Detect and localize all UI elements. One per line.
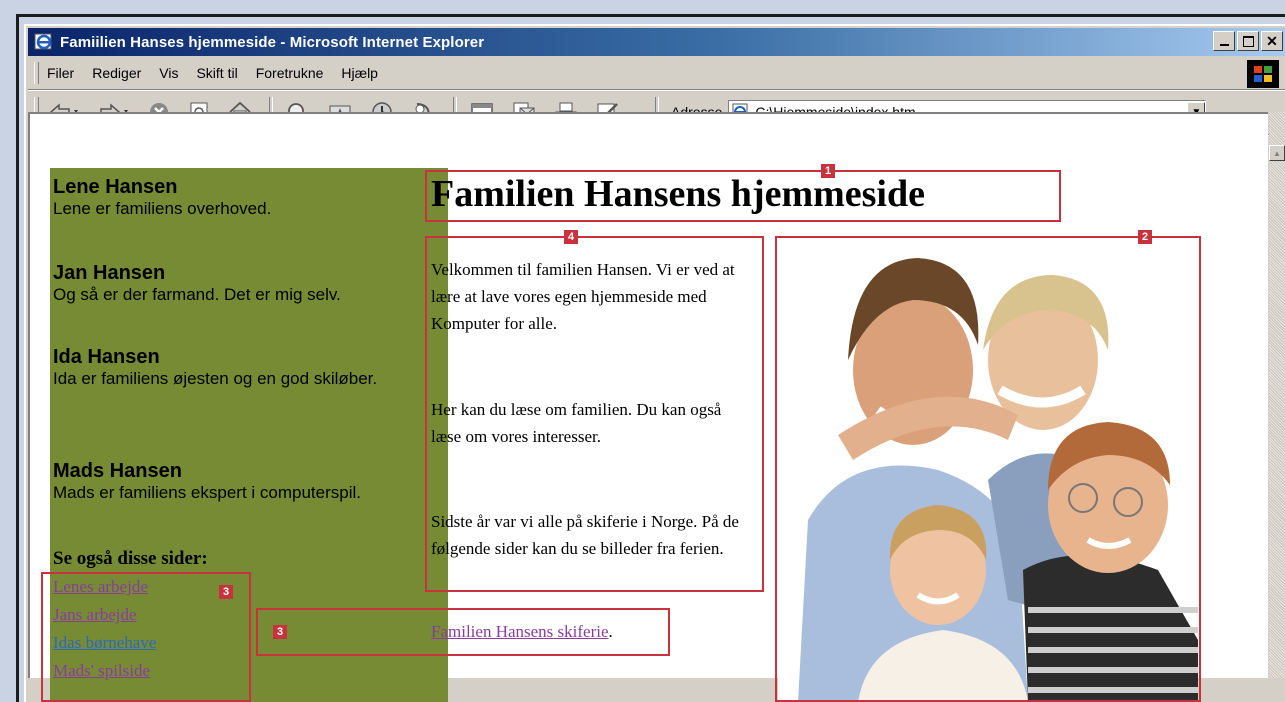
person-ida: Ida Hansen Ida er familiens øjesten og e…: [53, 346, 383, 390]
callout-badge-3-left: 3: [219, 585, 233, 599]
windows-logo-icon: [1247, 60, 1279, 88]
person-description: Ida er familiens øjesten og en god skilø…: [53, 369, 378, 388]
vertical-scrollbar[interactable]: [1269, 112, 1285, 678]
callout-heading-box: [425, 170, 1061, 222]
menu-bar: Filer Rediger Vis Skift til Foretrukne H…: [28, 58, 1285, 88]
maximize-button[interactable]: [1237, 31, 1259, 51]
person-name: Mads Hansen: [53, 460, 182, 482]
callout-badge-4: 4: [564, 230, 578, 244]
person-description: Og så er der farmand. Det er mig selv.: [53, 285, 341, 304]
menubar-grip[interactable]: [34, 62, 39, 84]
menu-hjaelp[interactable]: Hjælp: [341, 65, 378, 81]
person-description: Mads er familiens ekspert i computerspil…: [53, 483, 362, 502]
person-mads: Mads Hansen Mads er familiens ekspert i …: [53, 460, 433, 504]
scroll-up-icon: ▲: [1273, 148, 1281, 158]
minimize-button[interactable]: [1213, 31, 1235, 51]
menu-separator: [28, 89, 1285, 91]
title-bar[interactable]: Famiilien Hanses hjemmeside - Microsoft …: [28, 28, 1285, 56]
maximize-icon: [1242, 35, 1254, 47]
close-icon: ✕: [1266, 32, 1278, 49]
person-description: Lene er familiens overhoved.: [53, 199, 272, 218]
person-name: Lene Hansen: [53, 176, 178, 198]
menu-skift-til[interactable]: Skift til: [196, 65, 237, 81]
minimize-icon: [1219, 44, 1229, 46]
person-lene: Lene Hansen Lene er familiens overhoved.: [53, 176, 433, 220]
ie-app-icon: [34, 33, 52, 50]
menu-rediger[interactable]: Rediger: [92, 65, 141, 81]
person-name: Ida Hansen: [53, 346, 160, 368]
person-name: Jan Hansen: [53, 262, 166, 284]
menu-filer[interactable]: Filer: [47, 65, 74, 81]
callout-badge-2: 2: [1138, 230, 1152, 244]
callout-photo-box: [775, 236, 1201, 702]
callout-badge-3-mid: 3: [273, 625, 287, 639]
menu-vis[interactable]: Vis: [159, 65, 178, 81]
menu-foretrukne[interactable]: Foretrukne: [256, 65, 324, 81]
callout-ski-link-box: [256, 608, 670, 656]
window-title: Famiilien Hanses hjemmeside - Microsoft …: [60, 33, 485, 51]
see-also-heading: Se også disse sider:: [53, 548, 208, 569]
callout-text-box: [425, 236, 764, 592]
scroll-up-button[interactable]: ▲: [1269, 145, 1285, 161]
person-jan: Jan Hansen Og så er der farmand. Det er …: [53, 262, 433, 306]
close-button[interactable]: ✕: [1261, 31, 1283, 51]
callout-badge-1: 1: [821, 164, 835, 178]
